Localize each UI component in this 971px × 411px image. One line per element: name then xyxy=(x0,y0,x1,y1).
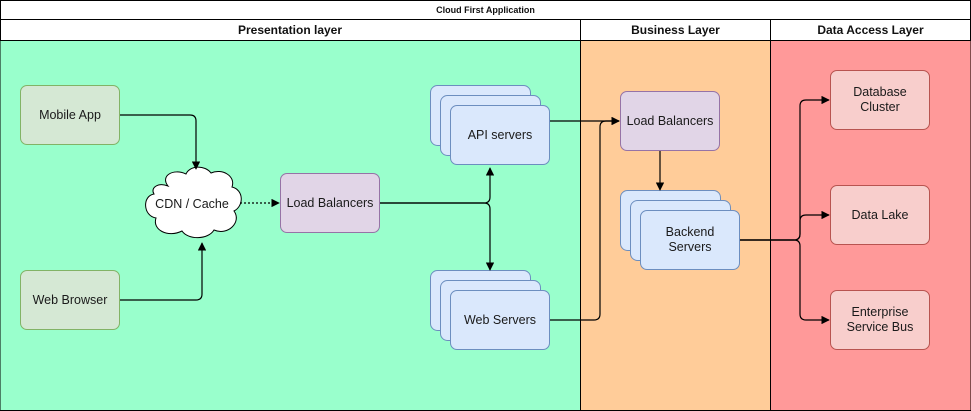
node-backend-servers[interactable]: Backend Servers xyxy=(640,210,740,270)
node-database-cluster[interactable]: Database Cluster xyxy=(830,70,930,130)
node-enterprise-service-bus[interactable]: Enterprise Service Bus xyxy=(830,290,930,350)
node-load-balancers-front[interactable]: Load Balancers xyxy=(280,173,380,233)
node-mobile-app[interactable]: Mobile App xyxy=(20,85,120,145)
lane-title-business: Business Layer xyxy=(631,23,720,37)
node-cdn-cache-label[interactable]: CDN / Cache xyxy=(142,192,242,216)
node-mobile-app-label: Mobile App xyxy=(39,107,101,122)
lane-title-data-access: Data Access Layer xyxy=(817,23,924,37)
node-database-cluster-label: Database Cluster xyxy=(853,85,907,114)
node-data-lake-label: Data Lake xyxy=(851,207,909,222)
node-api-servers-label: API servers xyxy=(467,127,533,142)
node-load-balancers-business-label: Load Balancers xyxy=(626,113,714,128)
node-web-servers[interactable]: Web Servers xyxy=(450,290,550,350)
node-backend-servers-label: Backend Servers xyxy=(665,225,715,254)
node-web-servers-label: Web Servers xyxy=(463,312,536,327)
node-data-lake[interactable]: Data Lake xyxy=(830,185,930,245)
node-load-balancers-front-label: Load Balancers xyxy=(286,195,374,210)
node-load-balancers-business[interactable]: Load Balancers xyxy=(620,91,720,151)
node-api-servers[interactable]: API servers xyxy=(450,105,550,165)
diagram-title: Cloud First Application xyxy=(436,5,535,15)
node-web-browser-label: Web Browser xyxy=(32,292,108,307)
node-web-browser[interactable]: Web Browser xyxy=(20,270,120,330)
node-enterprise-service-bus-label: Enterprise Service Bus xyxy=(846,305,914,334)
lane-title-presentation: Presentation layer xyxy=(237,23,343,37)
diagram-canvas: Cloud First Application Presentation lay… xyxy=(0,0,971,411)
